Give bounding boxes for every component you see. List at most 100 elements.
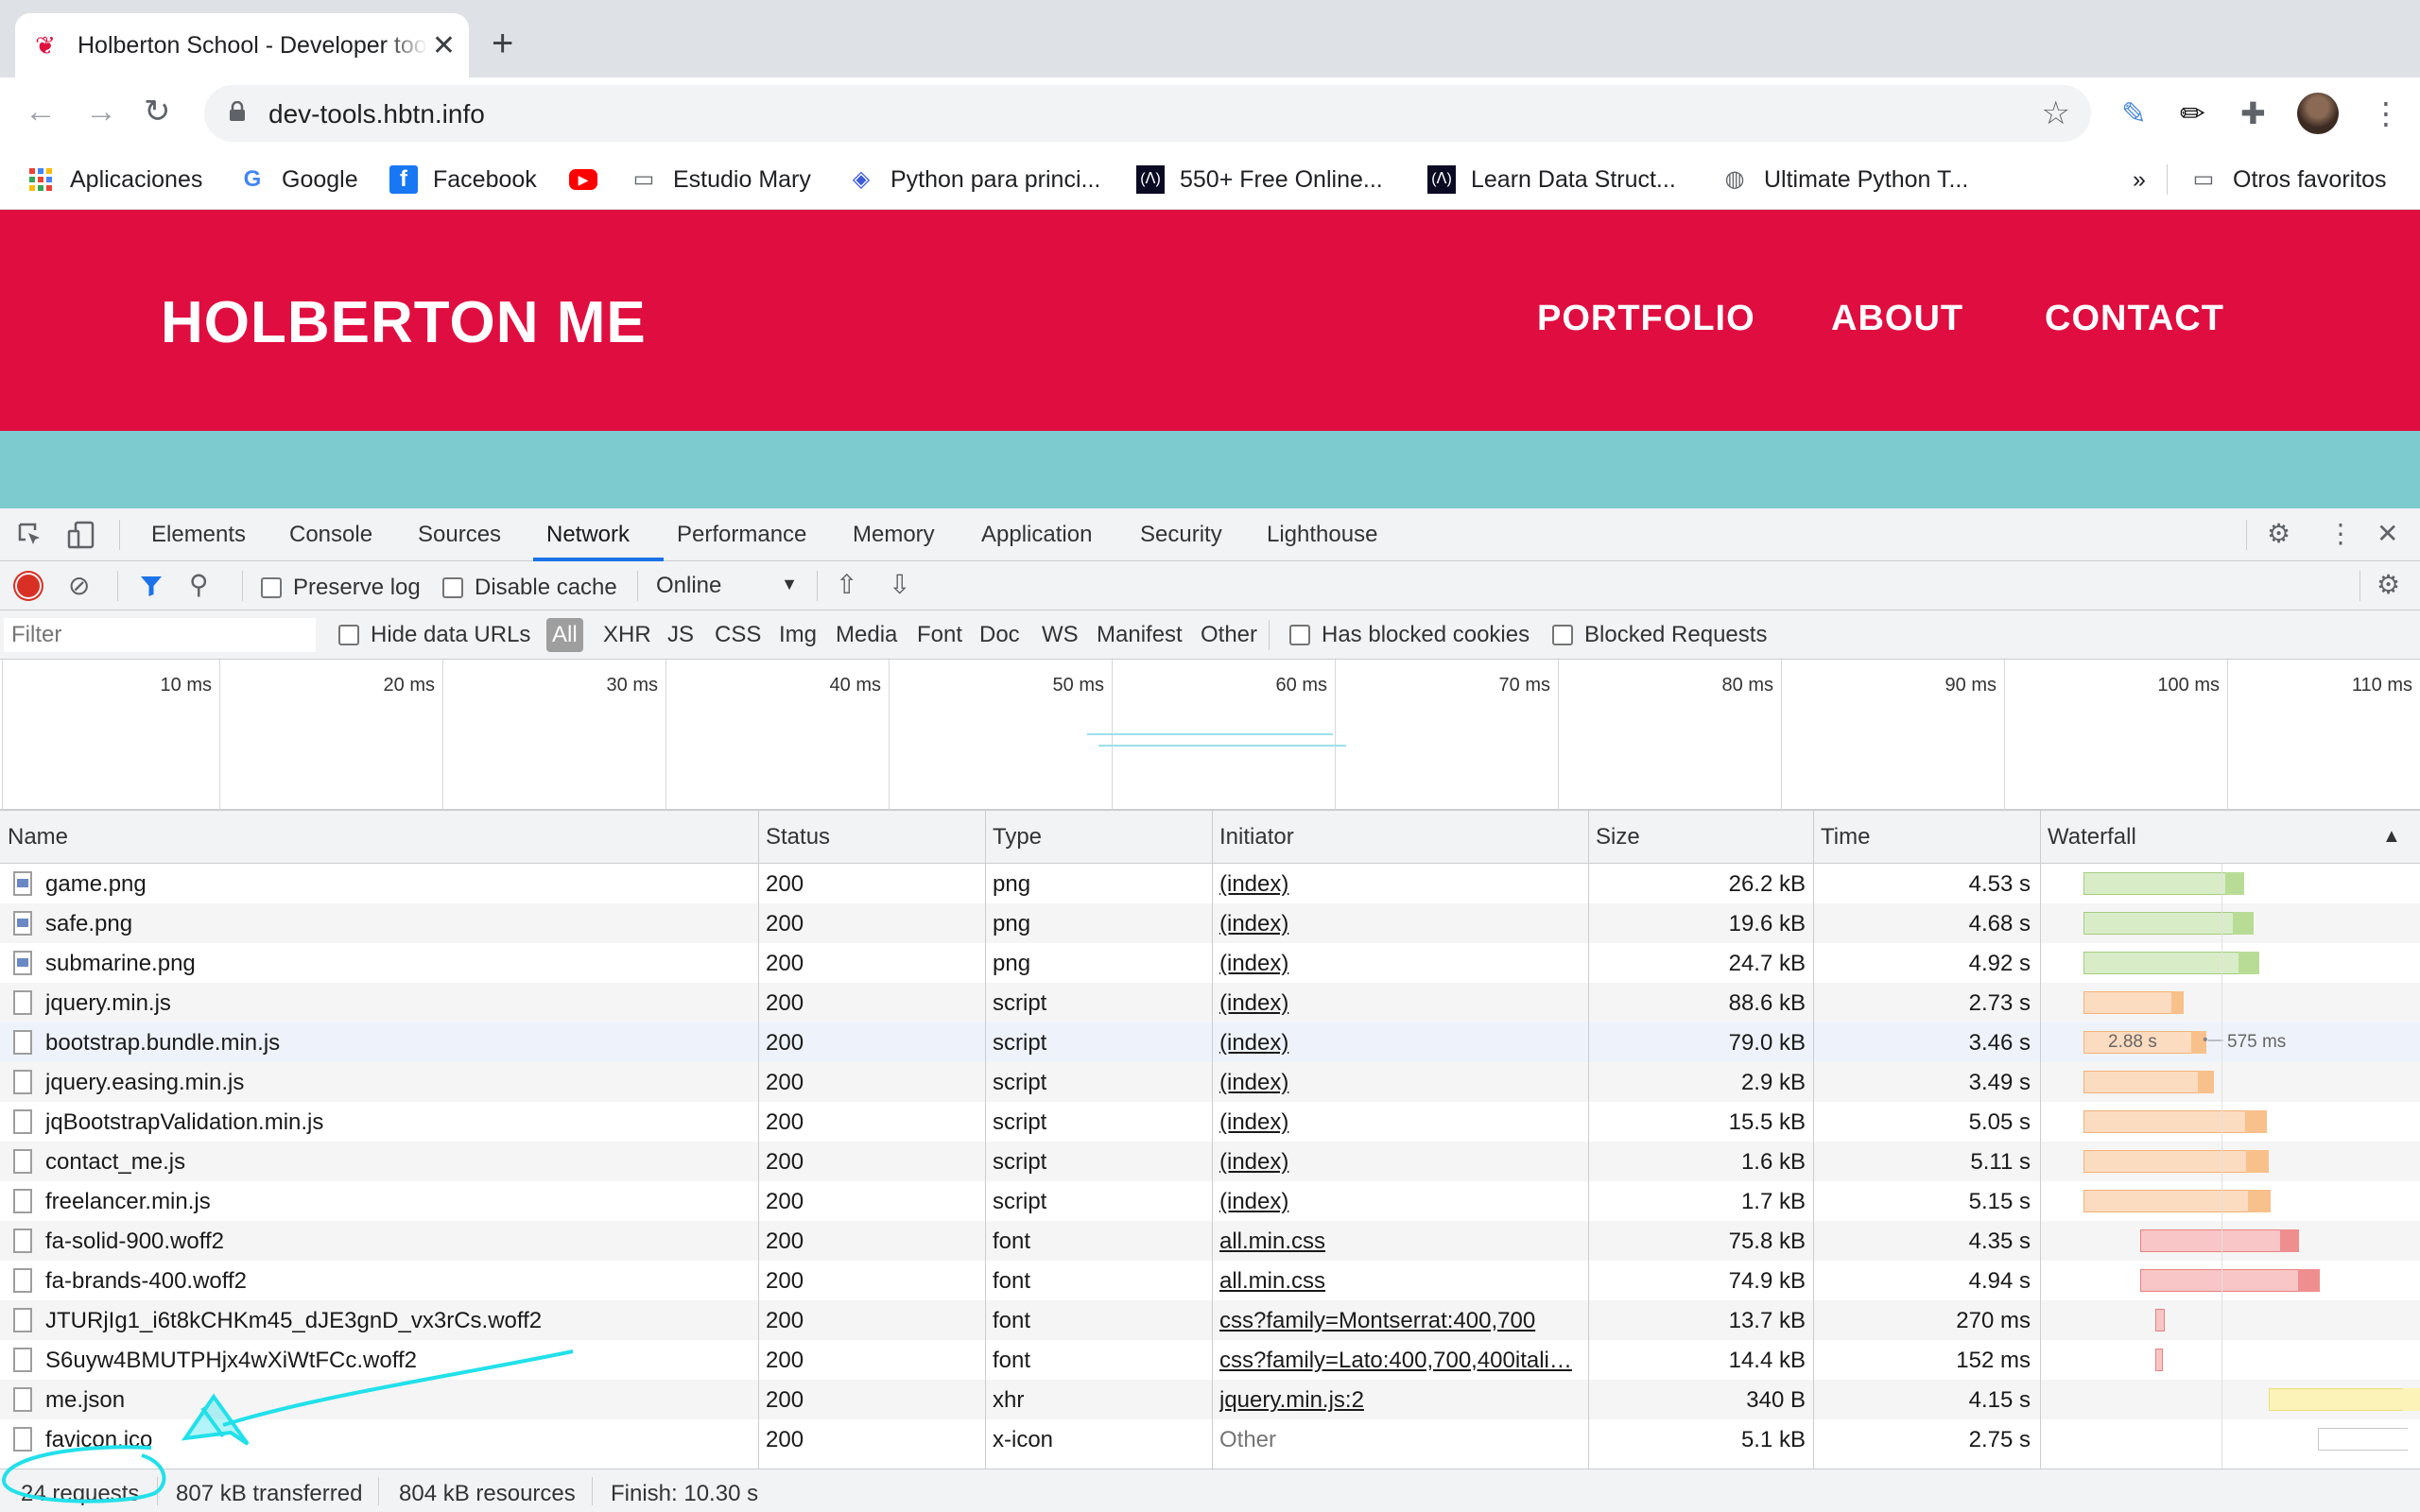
profile-avatar[interactable] — [2297, 93, 2339, 134]
cell-name[interactable]: safe.png — [45, 911, 754, 937]
cell-name[interactable]: fa-brands-400.woff2 — [45, 1268, 754, 1295]
tab-network[interactable]: Network — [546, 522, 630, 548]
network-settings-gear-icon[interactable]: ⚙ — [2377, 571, 2400, 599]
cell-name[interactable]: submarine.png — [45, 951, 754, 977]
waterfall-bar[interactable] — [2083, 991, 2184, 1014]
tab-performance[interactable]: Performance — [677, 522, 806, 548]
tab-application[interactable]: Application — [981, 522, 1092, 548]
export-har-icon[interactable]: ⇩ — [889, 571, 910, 599]
clear-icon[interactable]: ⊘ — [68, 572, 90, 600]
cell-name[interactable]: jquery.easing.min.js — [45, 1070, 754, 1096]
bookmark-estudio-mary[interactable]: ▭ Estudio Mary — [630, 161, 811, 198]
devtools-menu-icon[interactable]: ⋮ — [2327, 520, 2354, 548]
waterfall-bar[interactable] — [2083, 952, 2259, 974]
cell-name[interactable]: favicon.ico — [45, 1427, 754, 1453]
bookmark-aplicaciones[interactable]: Aplicaciones — [26, 161, 202, 198]
cell-name[interactable]: S6uyw4BMUTPHjx4wXiWtFCc.woff2 — [45, 1348, 754, 1374]
waterfall-bar[interactable] — [2083, 912, 2254, 935]
record-icon[interactable] — [17, 575, 40, 597]
table-row[interactable]: submarine.png 200 png (index) 24.7 kB 4.92 s — [0, 943, 2420, 983]
bookmark-python-principiantes[interactable]: ◈ Python para princi... — [847, 161, 1101, 198]
tab-security[interactable]: Security — [1140, 522, 1222, 548]
bookmarks-overflow-button[interactable]: » — [2133, 161, 2146, 198]
table-row[interactable]: jqBootstrapValidation.min.js 200 script (in… — [0, 1102, 2420, 1142]
table-row[interactable]: fa-solid-900.woff2 200 font all.min.css 75.8… — [0, 1221, 2420, 1261]
cell-name[interactable]: JTURjIg1_i6t8kCHKm45_dJE3gnD_vx3rCs.woff… — [45, 1308, 754, 1334]
cell-initiator[interactable]: (index) — [1219, 990, 1581, 1017]
new-tab-button[interactable]: + — [492, 25, 513, 62]
pen-extension-icon[interactable]: ✏ — [2180, 94, 2205, 132]
cell-name[interactable]: bootstrap.bundle.min.js — [45, 1030, 754, 1057]
waterfall-bar[interactable] — [2083, 1190, 2271, 1212]
column-header-time[interactable]: Time — [1821, 824, 1870, 850]
column-header-waterfall[interactable]: Waterfall — [2048, 824, 2136, 850]
nav-contact[interactable]: CONTACT — [2045, 299, 2224, 339]
preserve-log-checkbox[interactable]: Preserve log — [261, 575, 421, 601]
cell-name[interactable]: game.png — [45, 871, 754, 898]
filter-type-other[interactable]: Other — [1201, 622, 1257, 648]
table-row[interactable]: contact_me.js 200 script (index) 1.6 kB 5.11 … — [0, 1142, 2420, 1181]
chrome-menu-icon[interactable]: ⋮ — [2371, 94, 2401, 132]
tab-memory[interactable]: Memory — [853, 522, 935, 548]
bookmark-ultimate-python[interactable]: ◍ Ultimate Python T... — [1720, 161, 1969, 198]
cell-initiator[interactable]: (index) — [1219, 951, 1581, 977]
disable-cache-checkbox[interactable]: Disable cache — [442, 575, 617, 601]
has-blocked-cookies-checkbox[interactable]: Has blocked cookies — [1289, 622, 1530, 648]
settings-gear-icon[interactable]: ⚙ — [2267, 520, 2290, 548]
network-overview-timeline[interactable]: 10 ms 20 ms 30 ms 40 ms 50 ms 60 ms 70 ms 80 ms… — [0, 660, 2420, 811]
waterfall-bar[interactable] — [2155, 1309, 2165, 1332]
waterfall-bar[interactable] — [2083, 1110, 2267, 1133]
tab-console[interactable]: Console — [289, 522, 372, 548]
cell-initiator[interactable]: css?family=Lato:400,700,400itali… — [1219, 1348, 1581, 1374]
cell-name[interactable]: fa-solid-900.woff2 — [45, 1228, 754, 1255]
tab-elements[interactable]: Elements — [151, 522, 246, 548]
waterfall-bar[interactable] — [2140, 1229, 2299, 1252]
waterfall-bar[interactable] — [2318, 1428, 2420, 1451]
filter-type-ws[interactable]: WS — [1042, 622, 1079, 648]
blocked-requests-checkbox[interactable]: Blocked Requests — [1552, 622, 1767, 648]
waterfall-bar[interactable] — [2083, 872, 2244, 895]
filter-input[interactable] — [4, 618, 316, 652]
table-row[interactable]: game.png 200 png (index) 26.2 kB 4.53 s — [0, 864, 2420, 903]
filter-type-font[interactable]: Font — [917, 622, 962, 648]
waterfall-bar[interactable] — [2140, 1269, 2320, 1292]
filter-type-js[interactable]: JS — [667, 622, 694, 648]
table-row[interactable]: fa-brands-400.woff2 200 font all.min.css 74.… — [0, 1261, 2420, 1300]
table-row[interactable]: freelancer.min.js 200 script (index) 1.7 kB 5… — [0, 1181, 2420, 1221]
filter-type-xhr[interactable]: XHR — [603, 622, 651, 648]
device-toolbar-icon[interactable] — [66, 520, 96, 550]
cell-initiator[interactable]: all.min.css — [1219, 1268, 1581, 1295]
inspect-element-icon[interactable] — [17, 522, 43, 548]
site-brand[interactable]: HOLBERTON ME — [161, 289, 647, 356]
nav-about[interactable]: ABOUT — [1831, 299, 1963, 339]
bookmark-star-icon[interactable]: ☆ — [2042, 94, 2070, 132]
bookmark-550-free[interactable]: (ᐱ) 550+ Free Online... — [1136, 161, 1383, 198]
cell-initiator[interactable]: jquery.min.js:2 — [1219, 1387, 1581, 1414]
feather-extension-icon[interactable]: ✎ — [2121, 94, 2147, 132]
table-row[interactable]: bootstrap.bundle.min.js 200 script (index) 7… — [0, 1022, 2420, 1062]
close-devtools-icon[interactable]: ✕ — [2377, 520, 2398, 548]
cell-initiator[interactable]: (index) — [1219, 1070, 1581, 1096]
column-header-type[interactable]: Type — [993, 824, 1042, 850]
forward-arrow-icon[interactable]: → — [85, 93, 117, 130]
sort-ascending-icon[interactable]: ▲ — [2382, 826, 2401, 848]
column-header-initiator[interactable]: Initiator — [1219, 824, 1294, 850]
table-row[interactable]: favicon.ico 200 x-icon Other 5.1 kB 2.75 s — [0, 1419, 2420, 1459]
table-row[interactable]: jquery.easing.min.js 200 script (index) 2.9 … — [0, 1062, 2420, 1102]
back-arrow-icon[interactable]: ← — [25, 93, 57, 130]
cell-name[interactable]: freelancer.min.js — [45, 1189, 754, 1215]
browser-tab[interactable]: ❦ Holberton School - Developer tools ✕ — [15, 13, 469, 77]
import-har-icon[interactable]: ⇧ — [836, 571, 857, 599]
bookmark-learn-data[interactable]: (ᐱ) Learn Data Struct... — [1427, 161, 1676, 198]
nav-portfolio[interactable]: PORTFOLIO — [1537, 299, 1755, 339]
filter-type-all[interactable]: All — [546, 618, 583, 652]
extensions-puzzle-icon[interactable]: ✚ — [2240, 94, 2266, 132]
cell-initiator[interactable]: (index) — [1219, 1149, 1581, 1176]
hide-data-urls-checkbox[interactable]: Hide data URLs — [338, 622, 530, 648]
cell-name[interactable]: jqBootstrapValidation.min.js — [45, 1109, 754, 1136]
waterfall-bar[interactable] — [2269, 1388, 2420, 1411]
cell-initiator[interactable]: (index) — [1219, 1109, 1581, 1136]
column-header-name[interactable]: Name — [8, 824, 68, 850]
table-row[interactable]: JTURjIg1_i6t8kCHKm45_dJE3gnD_vx3rCs.woff… — [0, 1300, 2420, 1340]
search-icon[interactable]: ⚲ — [189, 571, 209, 599]
